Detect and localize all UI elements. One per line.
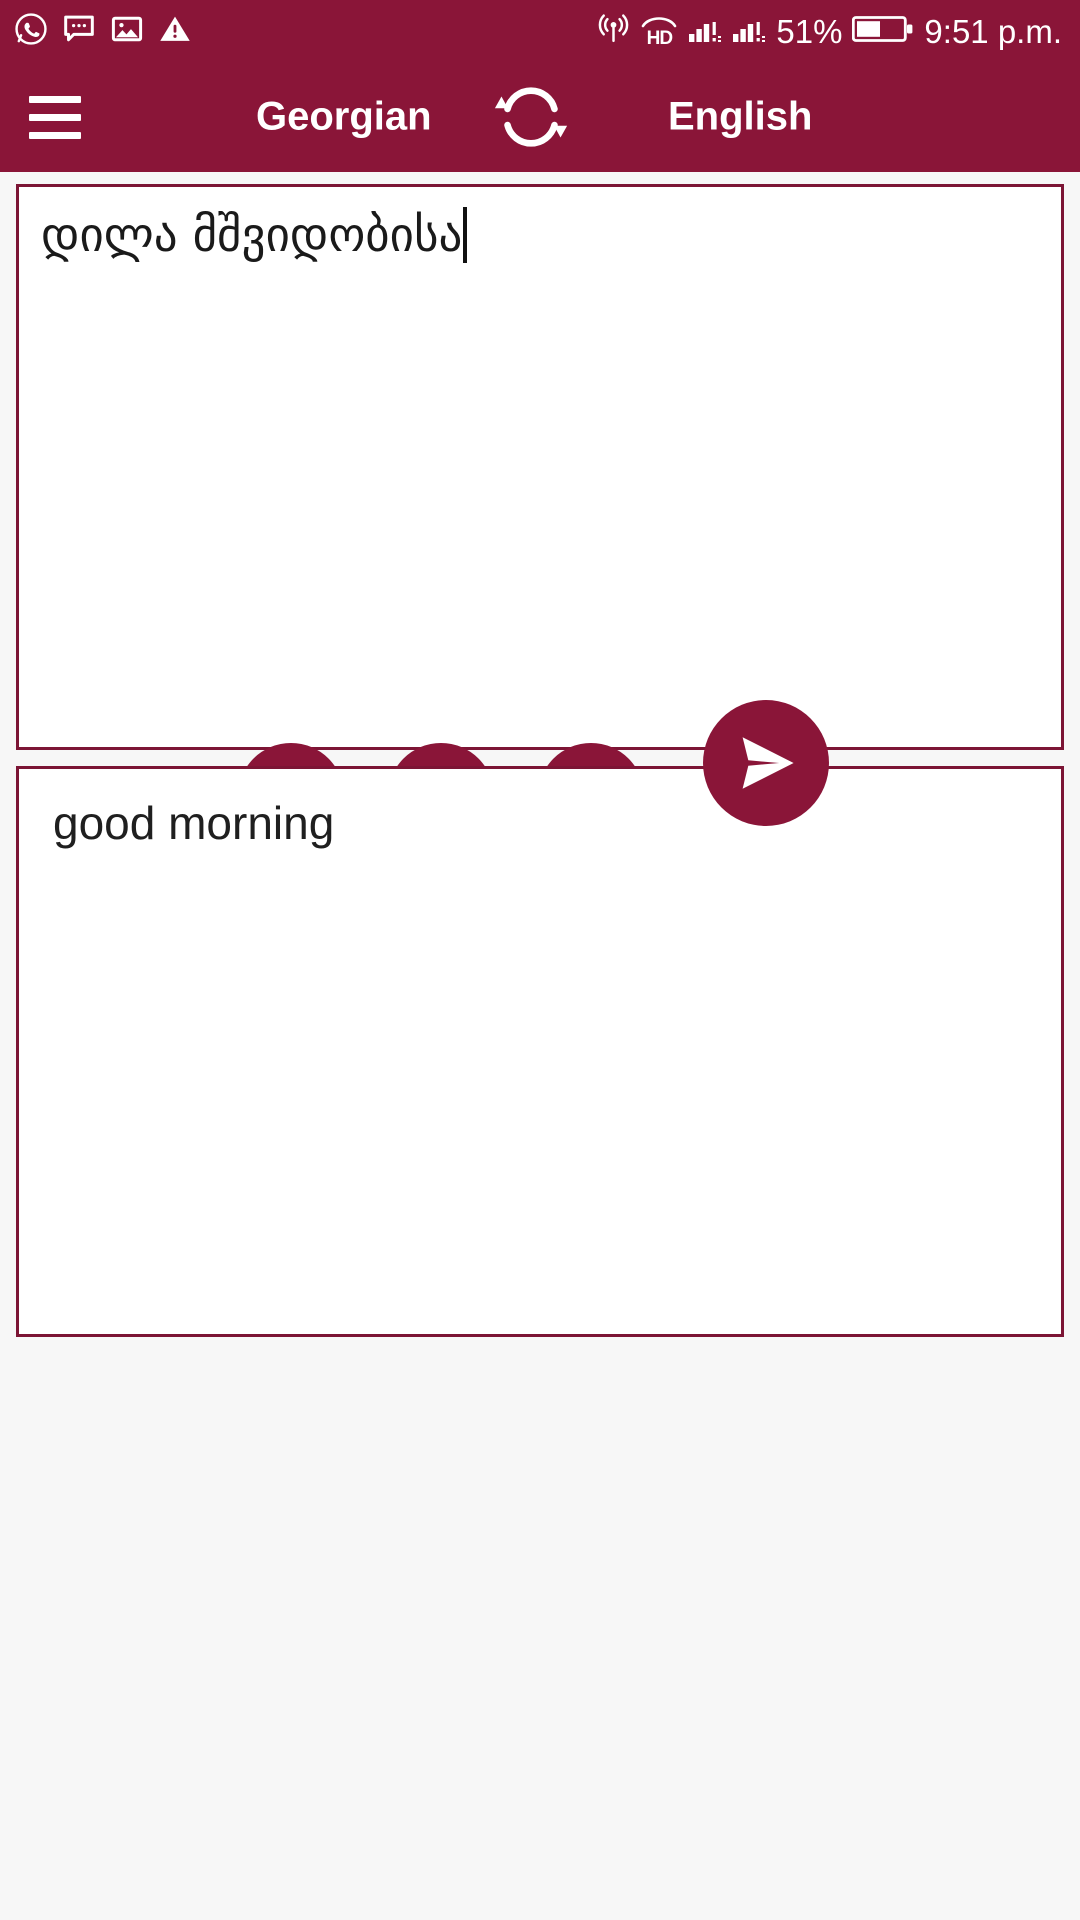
translation-result-panel[interactable]: good morning xyxy=(16,766,1064,1337)
signal-sim2-icon xyxy=(732,14,766,49)
menu-icon-bar xyxy=(29,131,81,139)
target-language-selector[interactable]: English xyxy=(668,95,812,140)
menu-icon-bar xyxy=(29,113,81,121)
send-translate-button[interactable] xyxy=(703,700,829,826)
battery-icon xyxy=(852,13,914,50)
translation-result-text: good morning xyxy=(53,797,335,849)
warning-icon xyxy=(158,12,192,51)
source-text-panel[interactable]: დილა მშვიდობისა xyxy=(16,184,1064,750)
source-text-input-value[interactable]: დილა მშვიდობისა xyxy=(41,207,1041,266)
signal-sim1-icon xyxy=(688,14,722,49)
send-icon xyxy=(742,737,794,789)
message-icon xyxy=(62,12,96,51)
source-text-value: დილა მშვიდობისა xyxy=(41,208,463,263)
swap-icon xyxy=(494,87,568,147)
whatsapp-icon xyxy=(14,12,48,51)
status-bar-left-icons xyxy=(14,12,192,51)
swap-languages-button[interactable] xyxy=(487,73,575,161)
battery-percent-label: 51% xyxy=(776,12,843,50)
status-bar-right-icons: HD 51% 9:51 p.m. xyxy=(597,12,1062,50)
source-language-selector[interactable]: Georgian xyxy=(256,95,432,140)
status-bar: HD 51% 9:51 p.m. xyxy=(0,0,1080,62)
hamburger-menu-button[interactable] xyxy=(0,62,110,172)
clock-label: 9:51 p.m. xyxy=(924,12,1062,50)
image-icon xyxy=(110,12,144,51)
app-bar: Georgian English xyxy=(0,62,1080,172)
hd-voice-label: HD xyxy=(646,27,673,49)
hd-voice-icon: HD xyxy=(640,15,678,48)
menu-icon-bar xyxy=(29,95,81,103)
hotspot-icon xyxy=(597,12,630,50)
text-cursor xyxy=(463,207,468,263)
app-screen: HD 51% 9:51 p.m. Georgian English დილა მ… xyxy=(0,0,1080,1920)
